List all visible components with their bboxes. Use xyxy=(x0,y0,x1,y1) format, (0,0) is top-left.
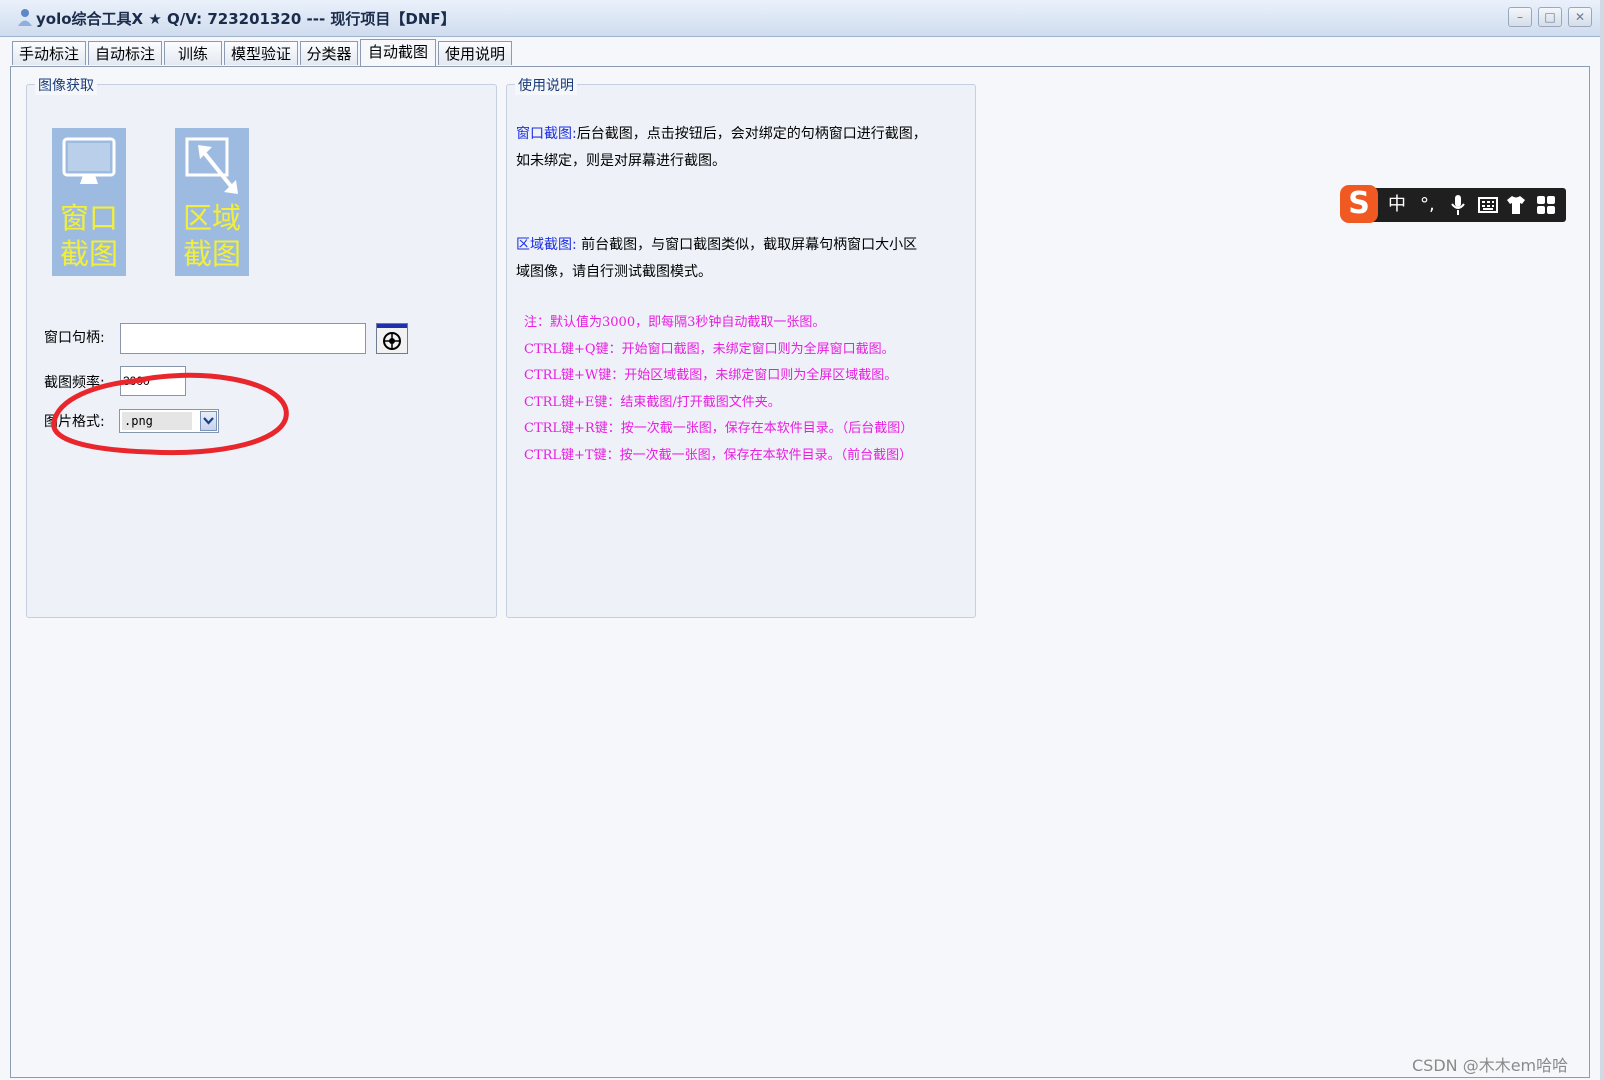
app-icon xyxy=(18,9,32,26)
region-select-icon xyxy=(185,137,238,194)
format-label: 图片格式: xyxy=(44,414,105,430)
minimize-icon: – xyxy=(1517,10,1523,24)
window-edge xyxy=(1600,0,1604,1080)
frequency-input[interactable] xyxy=(120,366,186,396)
sogou-logo-icon[interactable]: S xyxy=(1340,185,1378,223)
region-capture-label: 区域 截图 xyxy=(182,201,241,271)
ime-mode-toggle[interactable]: 中 xyxy=(1388,193,1406,217)
region-capture-button[interactable]: 区域 截图 xyxy=(175,128,249,276)
maximize-icon: □ xyxy=(1544,10,1556,24)
tab-model-validate[interactable]: 模型验证 xyxy=(224,41,298,65)
handle-input[interactable] xyxy=(120,323,366,354)
keyboard-icon[interactable] xyxy=(1478,197,1498,213)
handle-label: 窗口句柄: xyxy=(44,330,105,346)
frequency-label: 截图频率: xyxy=(44,375,105,391)
region-capture-key: 区域截图: xyxy=(516,237,577,253)
help-group-title: 使用说明 xyxy=(515,75,577,95)
maximize-button[interactable]: □ xyxy=(1538,7,1562,27)
region-capture-help: 区域截图: 前台截图，与窗口截图类似，截取屏幕句柄窗口大小区 域图像，请自行测试… xyxy=(516,237,918,280)
window-capture-button[interactable]: 窗口 截图 xyxy=(52,128,126,276)
tab-manual-label[interactable]: 手动标注 xyxy=(12,41,86,65)
tab-train[interactable]: 训练 xyxy=(164,41,222,65)
close-icon: ✕ xyxy=(1574,10,1586,24)
ime-toolbar[interactable]: S 中 °, xyxy=(1340,185,1566,223)
tab-classifier[interactable]: 分类器 xyxy=(300,41,358,65)
chevron-down-icon[interactable] xyxy=(200,411,217,431)
note-line: CTRL键+T键：按一次截一张图，保存在本软件目录。（前台截图） xyxy=(524,447,913,463)
tab-help[interactable]: 使用说明 xyxy=(438,41,512,65)
capture-group-title: 图像获取 xyxy=(35,75,97,95)
tab-auto-capture[interactable]: 自动截图 xyxy=(360,39,436,66)
skin-shirt-icon[interactable] xyxy=(1506,195,1526,215)
shortcut-notes: 注：默认值为3000，即每隔3秒钟自动截取一张图。 CTRL键+Q键：开始窗口截… xyxy=(524,310,913,469)
title-bar: yolo综合工具X ★ Q/V: 723201320 --- 现行项目【DNF】… xyxy=(0,0,1600,37)
close-button[interactable]: ✕ xyxy=(1568,7,1592,27)
window-capture-label: 窗口 截图 xyxy=(59,201,118,271)
ime-punct-toggle[interactable]: °, xyxy=(1420,193,1435,217)
window-capture-key: 窗口截图: xyxy=(516,126,577,142)
monitor-icon xyxy=(62,137,116,184)
format-select-value: .png xyxy=(122,412,192,430)
note-line: CTRL键+E键：结束截图/打开截图文件夹。 xyxy=(524,394,781,410)
microphone-icon[interactable] xyxy=(1450,194,1466,216)
window-title: yolo综合工具X ★ Q/V: 723201320 --- 现行项目【DNF】 xyxy=(36,10,456,28)
toolbox-grid-icon[interactable] xyxy=(1536,195,1556,215)
note-line: 注：默认值为3000，即每隔3秒钟自动截取一张图。 xyxy=(524,315,826,330)
crosshair-target-icon xyxy=(377,324,407,350)
format-select[interactable]: .png xyxy=(119,409,219,433)
note-line: CTRL键+Q键：开始窗口截图，未绑定窗口则为全屏窗口截图。 xyxy=(524,341,895,357)
watermark: CSDN @木木em哈哈 xyxy=(1412,1056,1569,1075)
tab-auto-label[interactable]: 自动标注 xyxy=(88,41,162,65)
minimize-button[interactable]: – xyxy=(1508,7,1532,27)
note-line: CTRL键+R键：按一次截一张图，保存在本软件目录。（后台截图） xyxy=(524,421,914,436)
handle-picker-button[interactable] xyxy=(376,323,408,354)
note-line: CTRL键+W键：开始区域截图，未绑定窗口则为全屏区域截图。 xyxy=(524,368,898,383)
window-capture-help: 窗口截图:后台截图，点击按钮后，会对绑定的句柄窗口进行截图， 如未绑定，则是对屏… xyxy=(516,126,927,169)
